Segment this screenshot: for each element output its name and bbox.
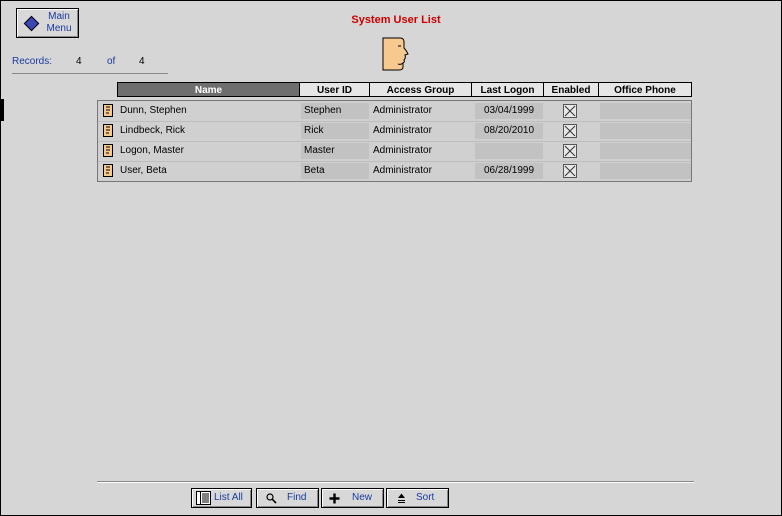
list-icon bbox=[196, 491, 211, 505]
enabled-checkbox[interactable] bbox=[563, 144, 577, 158]
records-label: Records: bbox=[12, 56, 53, 67]
cell-name: Lindbeck, Rick bbox=[120, 125, 186, 136]
sort-label: Sort bbox=[416, 492, 435, 503]
find-button[interactable]: Find bbox=[256, 488, 319, 508]
records-count: 4 bbox=[76, 56, 82, 67]
cell-office-phone bbox=[600, 103, 691, 119]
magnifier-icon bbox=[266, 493, 277, 504]
window-edge-marker bbox=[1, 99, 4, 121]
cell-last-logon bbox=[475, 143, 543, 159]
document-icon bbox=[103, 144, 113, 157]
table-row[interactable]: User, Beta Beta Administrator 06/28/1999 bbox=[98, 161, 691, 181]
header-name[interactable]: Name bbox=[117, 82, 300, 97]
enabled-checkbox[interactable] bbox=[563, 104, 577, 118]
header-access-group[interactable]: Access Group bbox=[369, 82, 472, 97]
cell-office-phone bbox=[600, 123, 691, 139]
cell-name: User, Beta bbox=[120, 165, 167, 176]
main-menu-label-line2: Menu bbox=[46, 23, 72, 34]
main-menu-button[interactable]: Main Menu bbox=[16, 8, 79, 38]
cell-office-phone bbox=[600, 163, 691, 179]
header-office-phone[interactable]: Office Phone bbox=[598, 82, 692, 97]
diamond-icon bbox=[23, 15, 40, 32]
cell-last-logon: 03/04/1999 bbox=[475, 103, 543, 119]
records-of-label: of bbox=[107, 56, 116, 67]
records-counter: Records: 4 of 4 bbox=[12, 56, 168, 74]
cell-office-phone bbox=[600, 143, 691, 159]
user-list-window: Main Menu System User List Records: 4 of… bbox=[0, 0, 782, 516]
cell-access-group: Administrator bbox=[373, 165, 432, 176]
plus-icon bbox=[329, 493, 340, 504]
document-icon bbox=[103, 124, 113, 137]
header-user-id[interactable]: User ID bbox=[299, 82, 370, 97]
sort-button[interactable]: Sort bbox=[386, 488, 449, 508]
cell-name: Dunn, Stephen bbox=[120, 105, 187, 116]
document-icon bbox=[103, 104, 113, 117]
main-menu-label: Main Menu bbox=[42, 11, 76, 35]
header-last-logon[interactable]: Last Logon bbox=[471, 82, 544, 97]
cell-access-group: Administrator bbox=[373, 145, 432, 156]
cell-name: Logon, Master bbox=[120, 145, 184, 156]
sort-icon bbox=[398, 493, 405, 503]
cell-user-id: Master bbox=[301, 143, 369, 159]
footer-divider bbox=[97, 481, 694, 483]
enabled-checkbox[interactable] bbox=[563, 124, 577, 138]
list-all-button[interactable]: List All bbox=[191, 488, 252, 508]
new-button[interactable]: New bbox=[321, 488, 384, 508]
enabled-checkbox[interactable] bbox=[563, 164, 577, 178]
document-icon bbox=[103, 164, 113, 177]
cell-last-logon: 06/28/1999 bbox=[475, 163, 543, 179]
header-enabled[interactable]: Enabled bbox=[543, 82, 599, 97]
cell-last-logon: 08/20/2010 bbox=[475, 123, 543, 139]
cell-access-group: Administrator bbox=[373, 105, 432, 116]
page-title: System User List bbox=[351, 14, 441, 26]
main-menu-label-line1: Main bbox=[48, 11, 70, 22]
new-label: New bbox=[352, 492, 373, 503]
cell-user-id: Rick bbox=[301, 123, 369, 139]
cell-access-group: Administrator bbox=[373, 125, 432, 136]
find-label: Find bbox=[287, 492, 307, 503]
list-all-label: List All bbox=[214, 492, 243, 503]
table-row[interactable]: Lindbeck, Rick Rick Administrator 08/20/… bbox=[98, 121, 691, 142]
face-icon bbox=[382, 37, 409, 71]
cell-user-id: Beta bbox=[301, 163, 369, 179]
records-total: 4 bbox=[139, 56, 145, 67]
cell-user-id: Stephen bbox=[301, 103, 369, 119]
table-row[interactable]: Dunn, Stephen Stephen Administrator 03/0… bbox=[98, 101, 691, 122]
user-table: Dunn, Stephen Stephen Administrator 03/0… bbox=[97, 100, 692, 182]
table-row[interactable]: Logon, Master Master Administrator bbox=[98, 141, 691, 162]
